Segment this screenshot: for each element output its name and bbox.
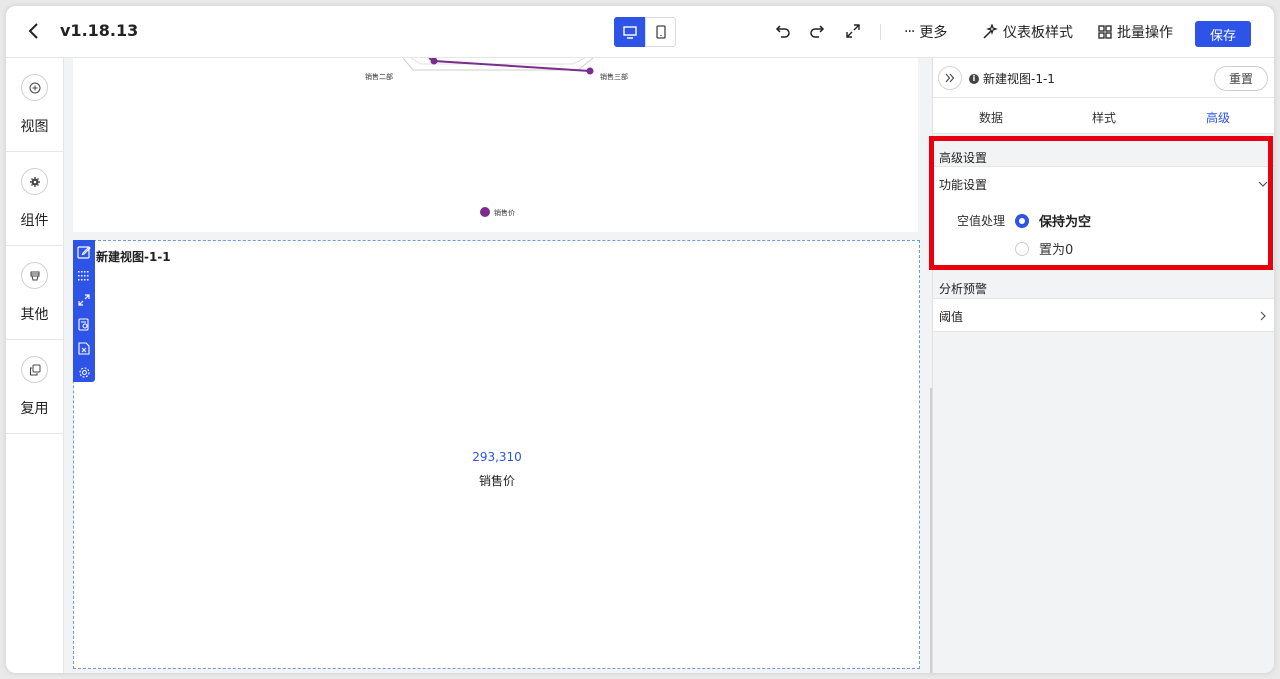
threshold-label: 阈值 bbox=[939, 310, 964, 324]
version-title: v1.18.13 bbox=[60, 21, 139, 40]
desktop-view-button[interactable] bbox=[614, 17, 645, 47]
radio-unchecked[interactable] bbox=[1015, 241, 1029, 256]
chevron-down-icon[interactable] bbox=[1257, 178, 1269, 190]
panel-title-text: 新建视图-1-1 bbox=[983, 72, 1055, 86]
copy-icon bbox=[21, 356, 48, 383]
dashboard-canvas: 销售二部 销售三部 销售价 新建视图-1-1 293,310 销售价 bbox=[64, 58, 932, 673]
sidebar-item-component[interactable]: 组件 bbox=[6, 152, 63, 246]
top-toolbar: v1.18.13 ··· 更多 仪表板样式 批量操作 保存 bbox=[6, 6, 1274, 58]
function-settings-group: 功能设置 空值处理 保持为空 置为0 bbox=[933, 166, 1274, 270]
function-settings-label[interactable]: 功能设置 bbox=[939, 176, 987, 193]
drag-handle-icon[interactable] bbox=[76, 268, 92, 284]
back-icon[interactable] bbox=[26, 21, 42, 41]
settings-gear-icon[interactable] bbox=[76, 364, 92, 380]
advanced-settings-heading: 高级设置 bbox=[939, 151, 988, 165]
threshold-row[interactable]: 阈值 bbox=[933, 298, 1274, 332]
toolbar-divider bbox=[880, 24, 881, 40]
redo-icon[interactable] bbox=[808, 22, 826, 40]
chevron-right-icon bbox=[1260, 311, 1266, 321]
magic-wand-icon bbox=[983, 24, 998, 39]
tab-advanced[interactable]: 高级 bbox=[1206, 109, 1230, 126]
null-option-label: 保持为空 bbox=[1039, 215, 1092, 230]
dashboard-style-button[interactable]: 仪表板样式 bbox=[982, 22, 1073, 42]
radar-point bbox=[586, 67, 594, 75]
properties-panel: i 新建视图-1-1 重置 数据 样式 高级 高级设置 功能设置 空值处理 保持… bbox=[932, 58, 1274, 673]
panel-title: i 新建视图-1-1 bbox=[969, 70, 1055, 87]
sidebar-item-view[interactable]: 视图 bbox=[6, 58, 63, 152]
sidebar-item-label: 视图 bbox=[20, 119, 49, 135]
kpi-card-title: 新建视图-1-1 bbox=[96, 250, 171, 264]
cup-icon bbox=[21, 262, 48, 289]
legend-marker bbox=[480, 207, 490, 217]
tab-data[interactable]: 数据 bbox=[979, 109, 1003, 126]
monitor-icon bbox=[622, 25, 637, 39]
sidebar-item-reuse[interactable]: 复用 bbox=[6, 340, 63, 434]
tab-style[interactable]: 样式 bbox=[1092, 109, 1116, 126]
panel-tabs: 数据 样式 高级 bbox=[933, 98, 1274, 134]
gear-icon bbox=[21, 168, 48, 195]
undo-icon[interactable] bbox=[774, 22, 792, 40]
sidebar-item-label: 组件 bbox=[20, 213, 49, 229]
info-icon: i bbox=[969, 73, 979, 84]
analysis-warning-heading: 分析预警 bbox=[939, 282, 988, 296]
grid-icon bbox=[1098, 25, 1112, 39]
fullscreen-icon[interactable] bbox=[844, 22, 862, 40]
left-sidebar: 视图 组件 其他 复用 bbox=[6, 58, 64, 673]
null-handling-label: 空值处理 bbox=[957, 214, 1006, 228]
sidebar-item-label: 复用 bbox=[20, 401, 49, 417]
device-toggle bbox=[614, 17, 676, 47]
mobile-view-button[interactable] bbox=[645, 17, 676, 47]
sidebar-item-other[interactable]: 其他 bbox=[6, 246, 63, 340]
kpi-label: 销售价 bbox=[478, 474, 515, 488]
null-option-label: 置为0 bbox=[1039, 243, 1074, 258]
kpi-value: 293,310 bbox=[472, 450, 522, 464]
radar-chart bbox=[402, 58, 594, 217]
radar-axis-label: 销售二部 bbox=[365, 73, 393, 81]
legend-label: 销售价 bbox=[494, 209, 515, 217]
reset-button[interactable]: 重置 bbox=[1214, 66, 1268, 91]
app-window: v1.18.13 ··· 更多 仪表板样式 批量操作 保存 视图 组件 其他 复… bbox=[6, 6, 1274, 673]
radar-chart-card[interactable]: 销售二部 销售三部 销售价 bbox=[73, 58, 918, 232]
sidebar-item-label: 其他 bbox=[20, 307, 49, 323]
card-toolbar bbox=[73, 240, 95, 382]
panel-header: i 新建视图-1-1 重置 bbox=[933, 58, 1274, 98]
export-excel-icon[interactable] bbox=[76, 340, 92, 356]
collapse-panel-button[interactable] bbox=[938, 66, 962, 90]
null-option-set-zero[interactable]: 置为0 bbox=[1015, 239, 1073, 258]
batch-label: 批量操作 bbox=[1117, 25, 1173, 41]
ellipsis-icon: ··· bbox=[904, 24, 915, 40]
phone-icon bbox=[655, 25, 666, 39]
save-button[interactable]: 保存 bbox=[1195, 21, 1251, 47]
double-chevron-right-icon bbox=[945, 73, 955, 83]
query-icon[interactable] bbox=[76, 316, 92, 332]
radio-checked[interactable] bbox=[1015, 213, 1029, 228]
dashboard-style-label: 仪表板样式 bbox=[1003, 25, 1073, 41]
edit-icon[interactable] bbox=[76, 244, 92, 260]
more-label: 更多 bbox=[919, 25, 948, 41]
expand-icon[interactable] bbox=[76, 292, 92, 308]
plus-circle-icon bbox=[21, 74, 48, 101]
radar-axis-label: 销售三部 bbox=[600, 73, 628, 81]
batch-operation-button[interactable]: 批量操作 bbox=[1098, 22, 1173, 42]
null-option-keep-empty[interactable]: 保持为空 bbox=[1015, 211, 1091, 230]
more-menu[interactable]: ··· 更多 bbox=[904, 22, 947, 42]
